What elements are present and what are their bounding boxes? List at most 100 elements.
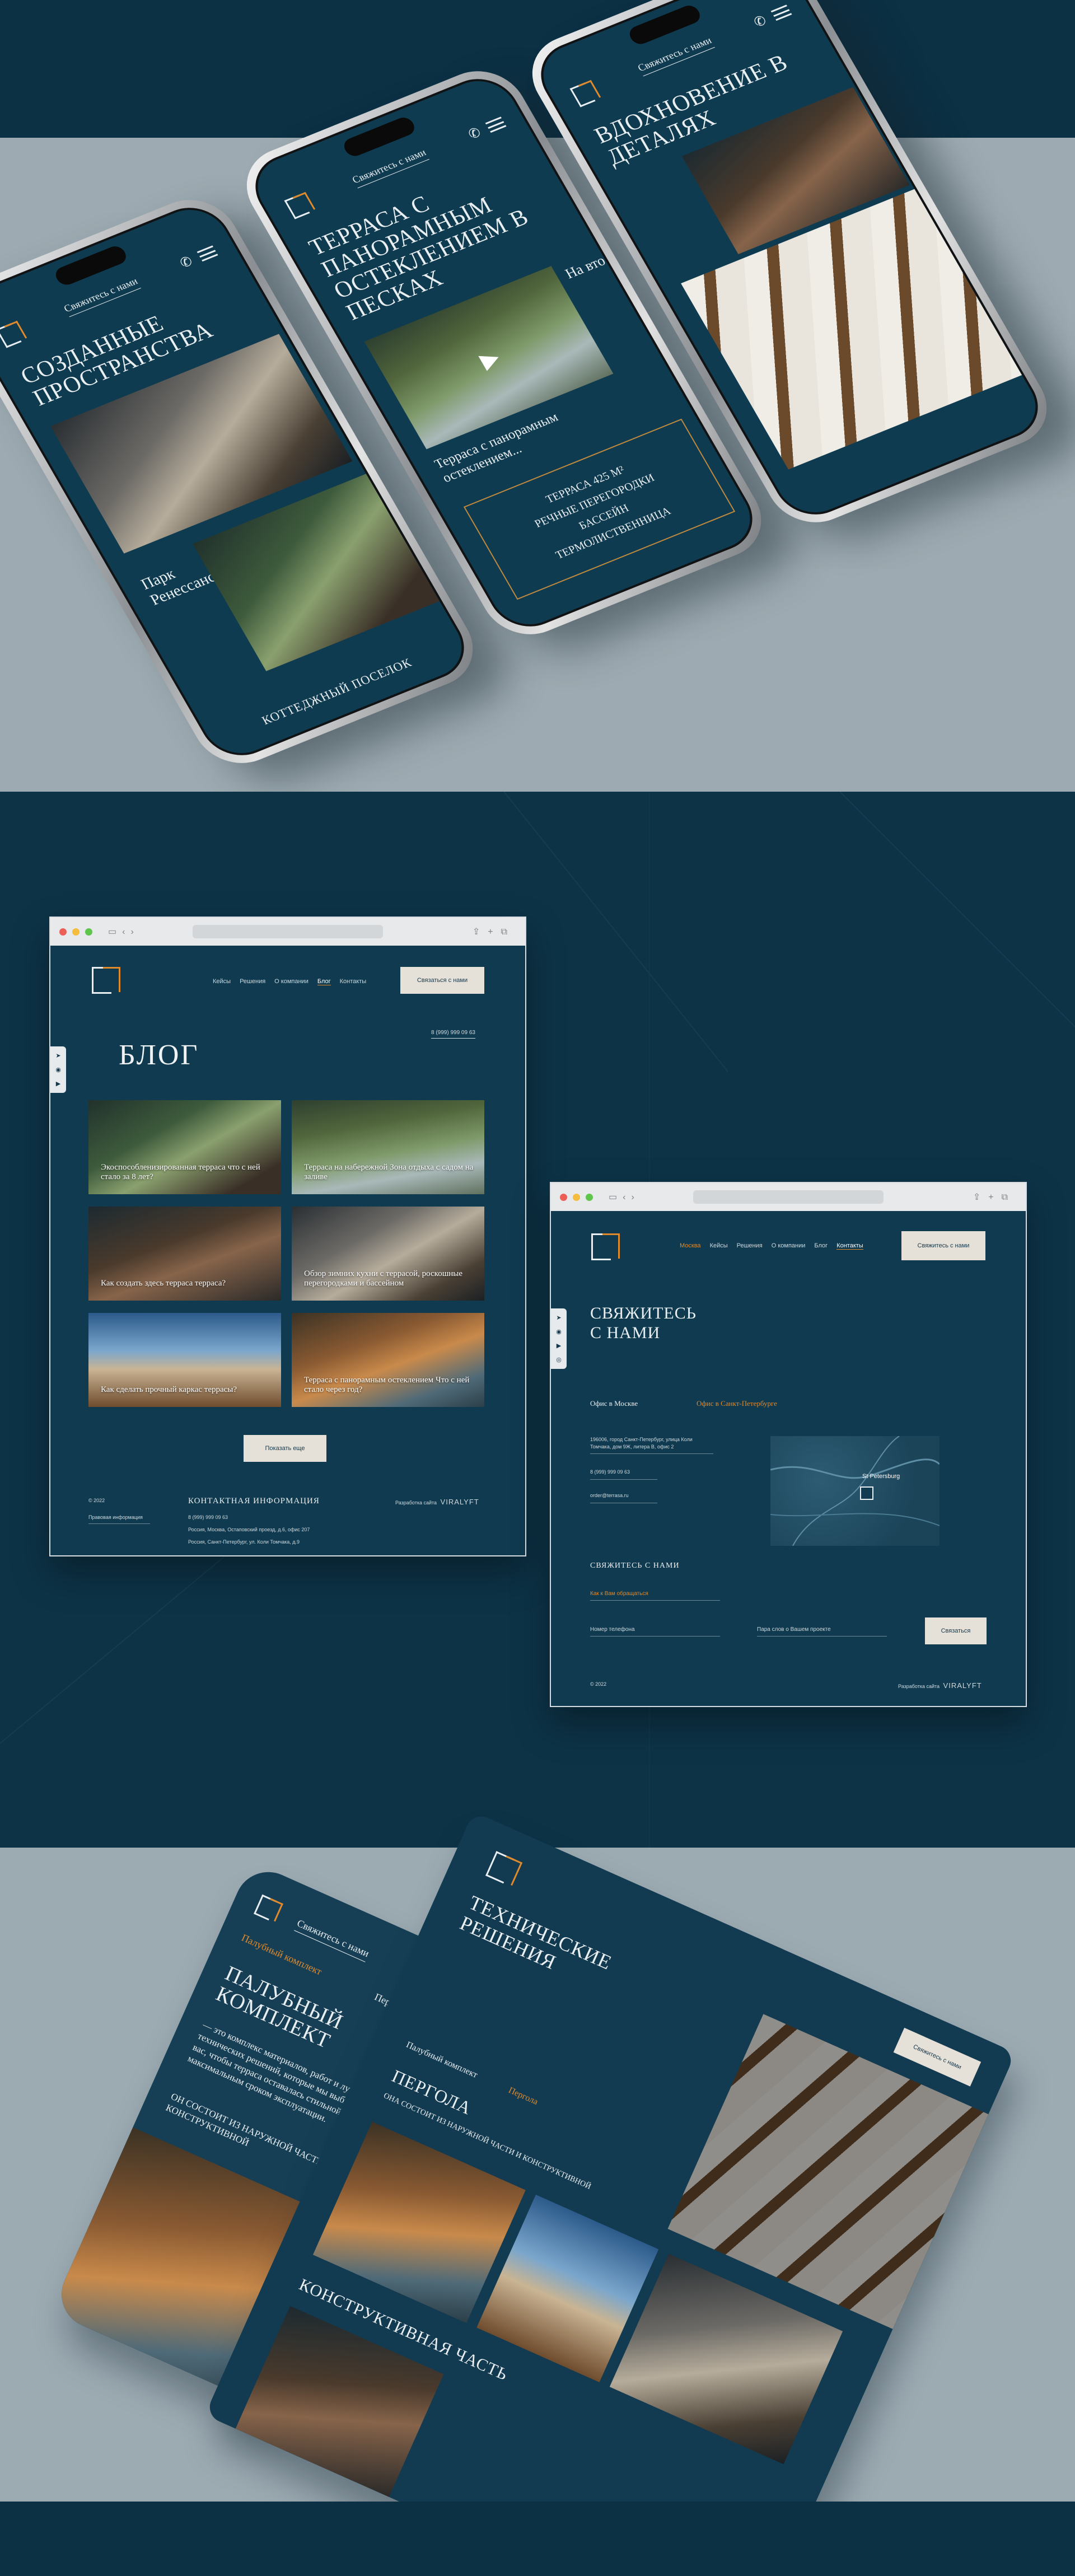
title-line: С НАМИ [590,1323,661,1342]
page-title: БЛОГ [119,1039,199,1071]
copyright: © 2022 [88,1498,105,1503]
developer-brand: VIRALYFT [943,1681,982,1690]
developer-label[interactable]: Разработка сайта VIRALYFT [898,1681,982,1690]
contact-button[interactable]: Свяжитесь с нами [901,1231,985,1260]
play-icon[interactable]: ▶ [475,344,504,373]
youtube-icon[interactable]: ▶ [557,1342,561,1349]
bottom-dark-band [0,2502,1075,2576]
message-field[interactable]: Пара слов о Вашем проекте [757,1626,887,1637]
contact-link[interactable]: Свяжитесь с нами [294,1917,371,1962]
nav-item-about[interactable]: О компании [772,1242,806,1250]
logo-icon[interactable] [282,189,317,219]
maximize-dot[interactable] [586,1193,593,1201]
copyright: © 2022 [590,1681,607,1687]
youtube-icon[interactable]: ▶ [56,1080,60,1087]
developer-label[interactable]: Разработка сайта VIRALYFT [395,1498,479,1506]
footer-phone[interactable]: 8 (999) 999 09 63 [188,1514,228,1520]
footer-address-msk: Россия, Москва, Остаповский проезд, д.6,… [188,1527,310,1532]
developer-brand: VIRALYFT [440,1498,479,1506]
contacts-browser-window: ▭‹› ⇪+⧉ ➤ ◉ ▶ ◎ Москва Кейсы Решения О к… [550,1182,1027,1707]
main-nav: Кейсы Решения О компании Блог Контакты [213,978,366,985]
nav-item-solutions[interactable]: Решения [240,978,265,985]
browser-toolbar: ▭‹› ⇪+⧉ [551,1183,1026,1211]
tab-moscow-office[interactable]: Офис в Москве [590,1399,638,1408]
maximize-dot[interactable] [85,928,92,936]
map-pin-icon[interactable] [860,1486,873,1500]
office-email[interactable]: order@terrasa.ru [590,1492,657,1503]
blog-card[interactable]: Экоспособленизированная терраса что с не… [88,1100,281,1194]
card-title: Терраса с панорамным остеклением Что с н… [304,1375,470,1394]
browser-toolbar: ▭‹› ⇪+⧉ [50,918,525,946]
nav-item-solutions[interactable]: Решения [737,1242,763,1250]
logo-icon[interactable] [588,1229,621,1263]
menu-icon[interactable] [770,4,792,21]
form-heading: СВЯЖИТЕСЬ С НАМИ [590,1562,680,1570]
blog-card[interactable]: Как создать здесь терраса терраса? [88,1207,281,1301]
nav-arrows-icon[interactable]: ▭‹› [609,1191,640,1203]
close-dot[interactable] [560,1193,567,1201]
close-dot[interactable] [59,928,67,936]
blog-card[interactable]: Терраса с панорамным остеклением Что с н… [292,1313,484,1407]
card-title: Терраса на набережной Зона отдыха с садо… [304,1162,474,1181]
social-dock: ➤ ◉ ▶ ◎ [551,1308,567,1369]
phone-icon[interactable]: ✆ [751,12,769,31]
peek-caption: На вто [562,252,609,282]
city-selector[interactable]: Москва [680,1242,701,1250]
card-title: Обзор зимних кухни с террасой, роскошные… [304,1269,463,1288]
nav-item-blog[interactable]: Блог [317,978,331,985]
blog-card[interactable]: Терраса на набережной Зона отдыха с садо… [292,1100,484,1194]
submit-button[interactable]: Связаться [925,1617,987,1644]
address-bar[interactable] [693,1190,884,1204]
tab-pergola[interactable]: Пергола [507,2086,540,2107]
office-map[interactable]: St Petersburg [770,1436,940,1546]
privacy-link[interactable]: Правовая информация [88,1514,150,1524]
telegram-icon[interactable]: ➤ [556,1314,561,1321]
nav-item-about[interactable]: О компании [274,978,309,985]
main-nav: Москва Кейсы Решения О компании Блог Кон… [680,1242,863,1250]
logo-icon[interactable] [0,317,29,348]
nav-item-cases[interactable]: Кейсы [710,1242,728,1250]
blog-browser-window: ▭‹› ⇪+⧉ ➤ ◉ ▶ Кейсы Решения О компании Б… [49,917,526,1556]
card-title: Экоспособленизированная терраса что с не… [101,1162,260,1181]
nav-item-contacts[interactable]: Контакты [340,978,367,985]
social-dock: ➤ ◉ ▶ [50,1046,66,1093]
logo-icon[interactable] [253,1891,285,1923]
nav-item-contacts[interactable]: Контакты [836,1242,863,1250]
page-title: СВЯЖИТЕСЬ С НАМИ [590,1304,697,1343]
menu-icon[interactable] [485,116,507,133]
whatsapp-icon[interactable]: ◉ [55,1066,61,1073]
contact-button[interactable]: Связаться с нами [400,967,484,994]
share-tabs-icon[interactable]: ⇪+⧉ [973,1191,1016,1203]
title-line: СВЯЖИТЕСЬ [590,1304,697,1322]
header-phone[interactable]: 8 (999) 999 09 63 [431,1030,475,1039]
office-address: 196006, город Санкт-Петербург, улица Кол… [590,1436,713,1455]
nav-item-blog[interactable]: Блог [814,1242,828,1250]
blog-card[interactable]: Обзор зимних кухни с террасой, роскошные… [292,1207,484,1301]
developer-text: Разработка сайта [898,1684,940,1689]
phone-icon[interactable]: ✆ [465,124,484,143]
nav-arrows-icon[interactable]: ▭‹› [108,926,139,937]
phone-icon[interactable]: ✆ [177,253,195,272]
nav-item-cases[interactable]: Кейсы [213,978,231,985]
share-tabs-icon[interactable]: ⇪+⧉ [473,926,515,937]
office-phone[interactable]: 8 (999) 999 09 63 [590,1469,657,1480]
name-field[interactable]: Как к Вам обращаться [590,1591,720,1601]
map-city-label: St Petersburg [862,1473,900,1480]
logo-icon[interactable] [482,1845,526,1890]
phone-field[interactable]: Номер телефона [590,1626,720,1637]
logo-icon[interactable] [88,962,122,996]
map-roads [770,1436,940,1546]
whatsapp-icon[interactable]: ◉ [556,1328,562,1335]
spec-item: Бассейн [577,502,631,532]
menu-icon[interactable] [197,245,218,262]
tab-spb-office[interactable]: Офис в Санкт-Петербурге [697,1399,777,1408]
page-title: Технические решения [456,1891,615,1974]
minimize-dot[interactable] [72,928,80,936]
telegram-icon[interactable]: ➤ [55,1052,60,1059]
blog-card[interactable]: Как сделать прочный каркас террасы? [88,1313,281,1407]
minimize-dot[interactable] [573,1193,580,1201]
logo-icon[interactable] [567,77,602,107]
address-bar[interactable] [193,925,383,938]
vk-icon[interactable]: ◎ [556,1356,562,1363]
show-more-button[interactable]: Показать еще [244,1435,326,1462]
